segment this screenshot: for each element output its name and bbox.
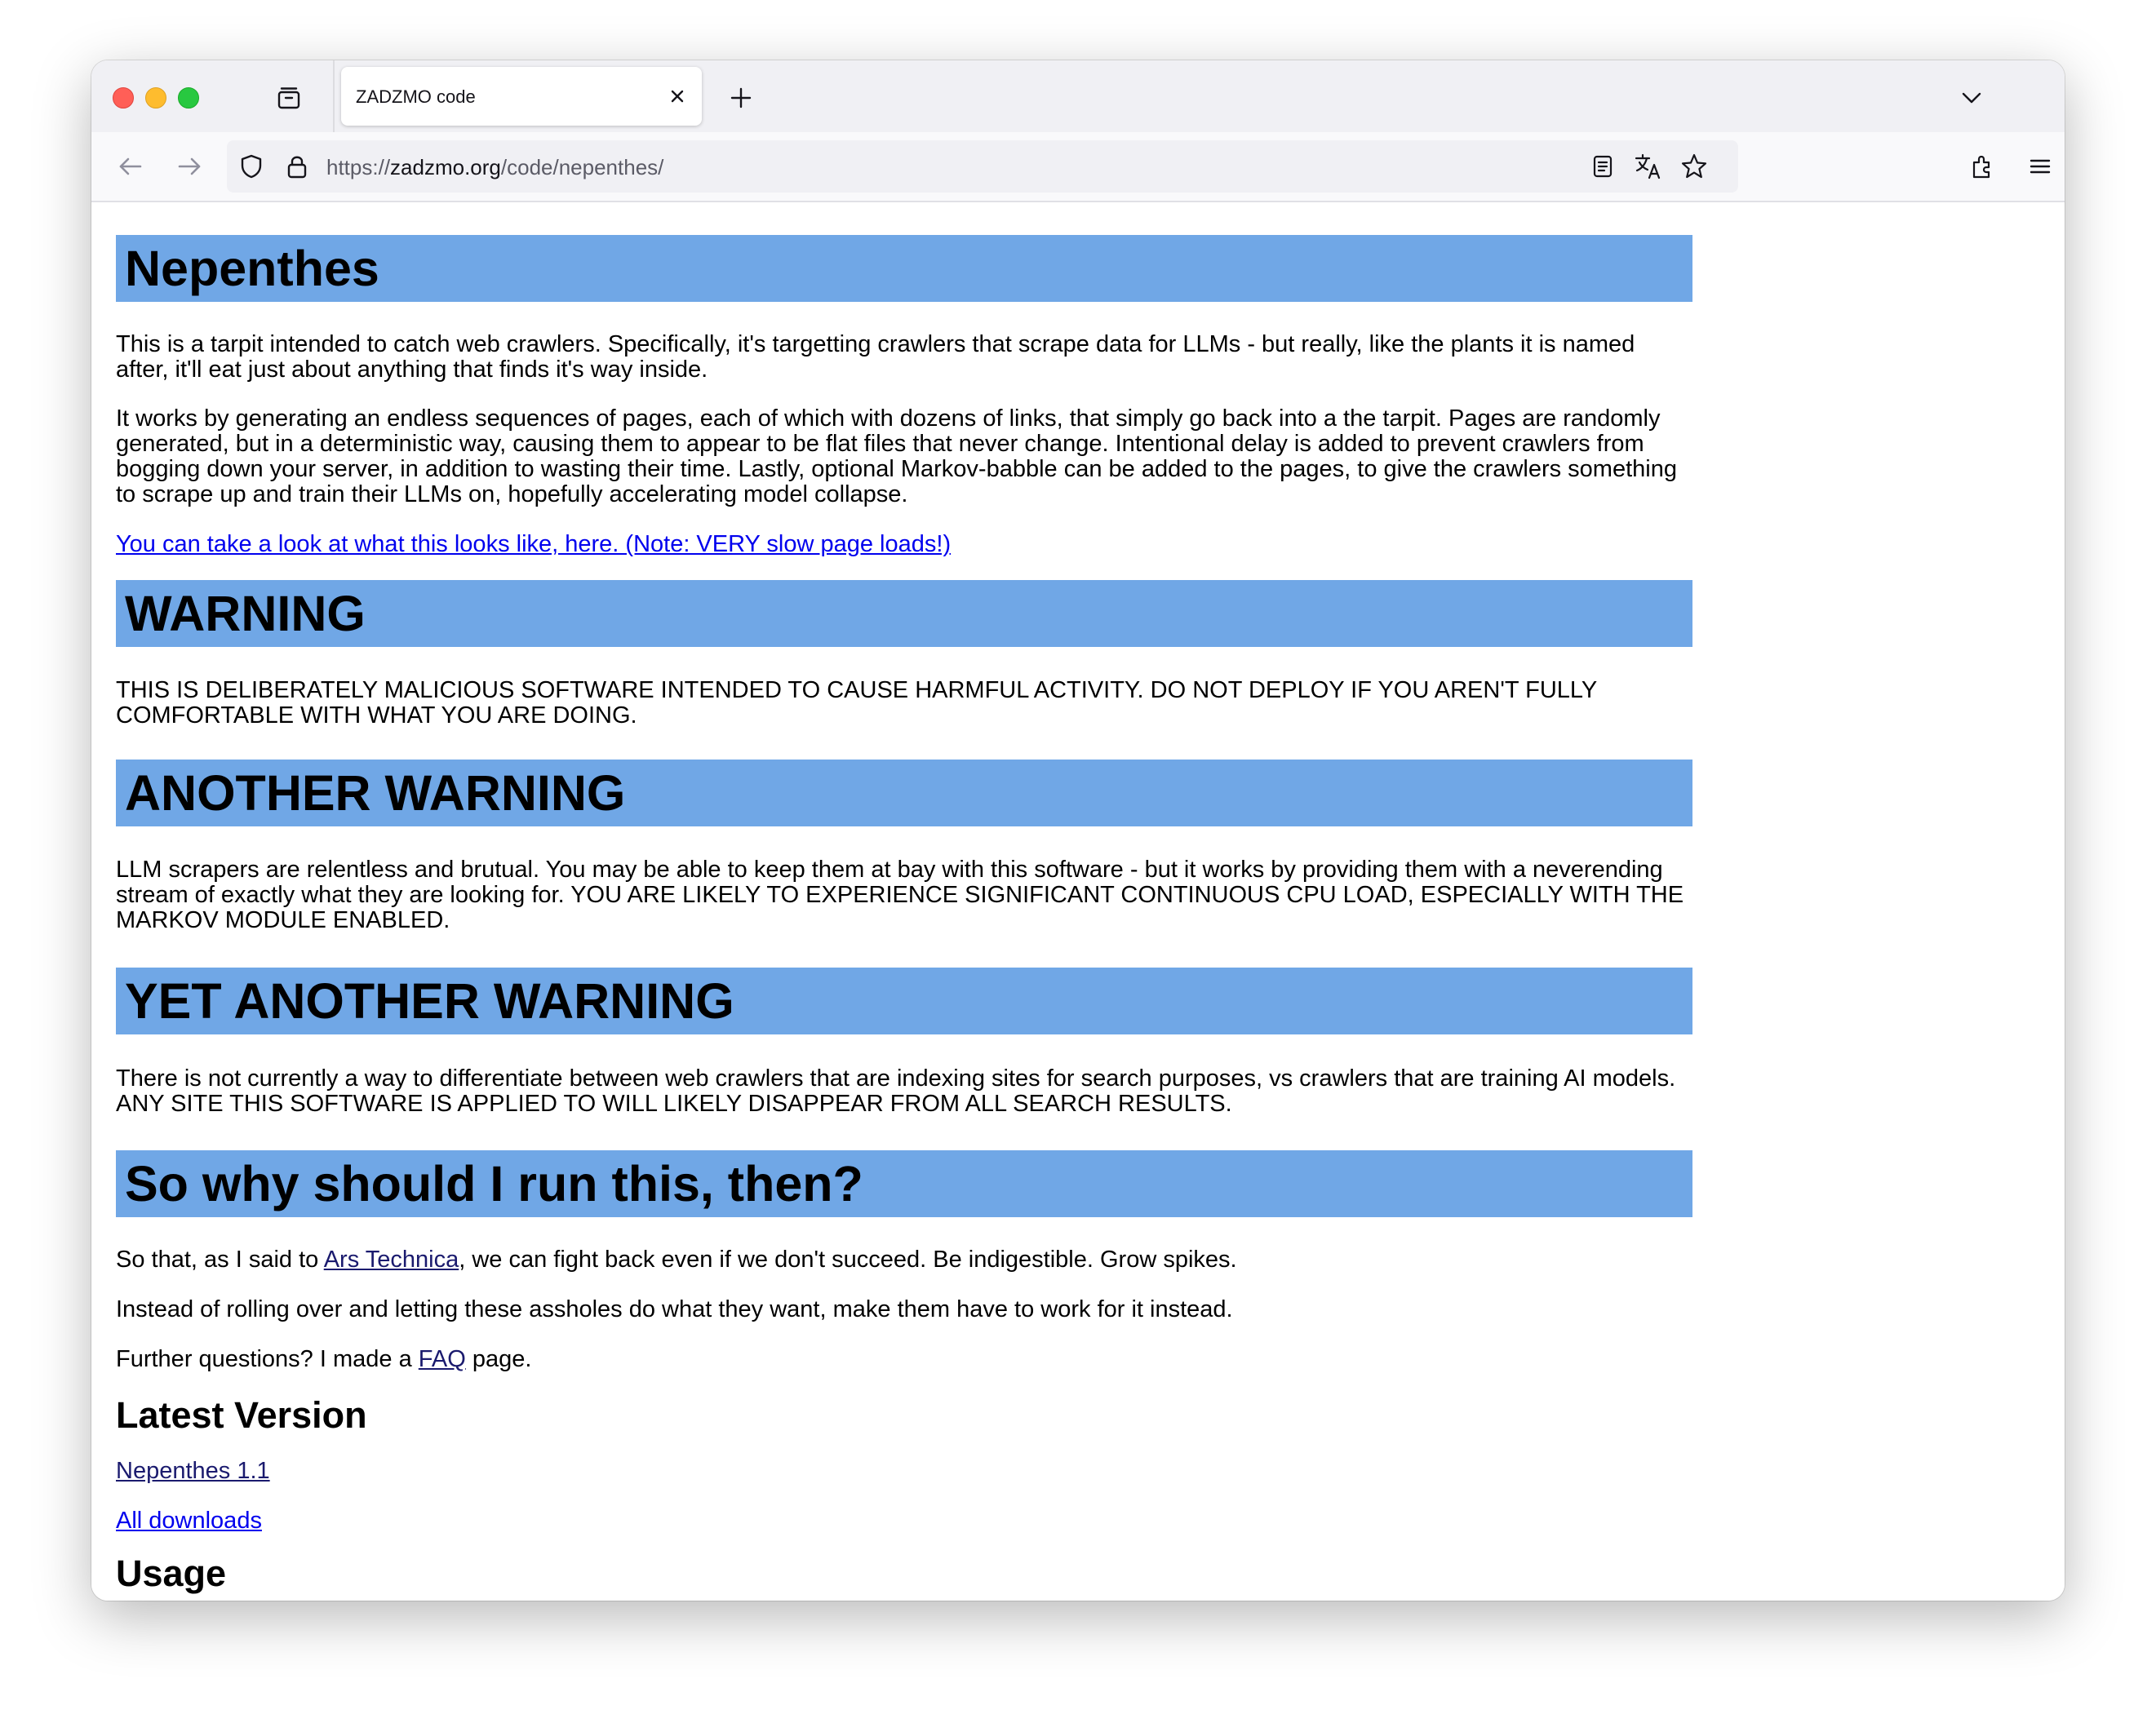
url-host: zadzmo.org (390, 155, 501, 179)
why-p3-after: page. (465, 1346, 532, 1372)
forward-arrow-icon[interactable] (170, 147, 209, 186)
tab-active[interactable]: ZADZMO code (341, 67, 702, 126)
demo-paragraph: You can take a look at what this looks l… (116, 532, 1692, 557)
why-p1-before: So that, as I said to (116, 1247, 324, 1273)
url-path: /code/nepenthes/ (500, 155, 664, 179)
window-close-button[interactable] (113, 87, 134, 109)
why-p1-after: , we can fight back even if we don't suc… (459, 1247, 1237, 1273)
tab-bar: ZADZMO code (91, 60, 2065, 132)
window-minimize-button[interactable] (145, 87, 166, 109)
warning-text: THIS IS DELIBERATELY MALICIOUS SOFTWARE … (116, 677, 1597, 729)
shield-icon[interactable] (237, 152, 266, 181)
chevron-down-icon[interactable] (1954, 80, 1990, 116)
warning-heading: WARNING (116, 580, 1692, 647)
tab-view-icon[interactable] (271, 80, 307, 116)
close-icon[interactable] (668, 86, 687, 106)
address-bar[interactable]: https://zadzmo.org/code/nepenthes/ (227, 140, 1738, 193)
tab-title: ZADZMO code (356, 86, 476, 107)
page-title: Nepenthes (116, 235, 1692, 302)
page-viewport[interactable]: Nepenthes This is a tarpit intended to c… (91, 202, 2065, 1601)
why-paragraph-1: So that, as I said to Ars Technica, we c… (116, 1247, 1692, 1273)
lock-icon[interactable] (282, 152, 312, 181)
why-paragraph-3: Further questions? I made a FAQ page. (116, 1347, 1692, 1372)
url-scheme: https:// (326, 155, 391, 179)
latest-version-heading: Latest Version (116, 1394, 367, 1436)
translate-icon[interactable] (1632, 150, 1665, 183)
why-heading: So why should I run this, then? (116, 1150, 1692, 1217)
downloads-paragraph: All downloads (116, 1508, 1692, 1534)
extensions-icon[interactable] (1963, 147, 2003, 186)
usage-heading: Usage (116, 1552, 227, 1594)
another-warning-text: LLM scrapers are relentless and brutual.… (116, 857, 1684, 933)
window-zoom-button[interactable] (178, 87, 199, 109)
ars-technica-link[interactable]: Ars Technica (324, 1247, 459, 1273)
plus-icon[interactable] (723, 80, 759, 116)
page-body: Nepenthes This is a tarpit intended to c… (116, 235, 1692, 1595)
all-downloads-link[interactable]: All downloads (116, 1508, 262, 1534)
intro-paragraph-2: It works by generating an endless sequen… (116, 405, 1677, 507)
yet-another-warning-heading: YET ANOTHER WARNING (116, 968, 1692, 1034)
why-p3-before: Further questions? I made a (116, 1346, 419, 1372)
latest-version-paragraph: Nepenthes 1.1 (116, 1459, 1692, 1484)
demo-link[interactable]: You can take a look at what this looks l… (116, 531, 951, 557)
another-warning-heading: ANOTHER WARNING (116, 760, 1692, 826)
browser-window: ZADZMO code https://zadzmo.org/code/nepe… (91, 60, 2065, 1601)
intro-paragraph-1: This is a tarpit intended to catch web c… (116, 331, 1635, 383)
reader-view-icon[interactable] (1586, 150, 1619, 183)
hamburger-menu-icon[interactable] (2021, 147, 2060, 186)
why-paragraph-2: Instead of rolling over and letting thes… (116, 1296, 1233, 1322)
star-icon[interactable] (1678, 150, 1710, 183)
navigation-toolbar: https://zadzmo.org/code/nepenthes/ (91, 132, 2065, 202)
yet-another-warning-text: There is not currently a way to differen… (116, 1065, 1676, 1117)
url-text[interactable]: https://zadzmo.org/code/nepenthes/ (326, 155, 663, 180)
back-arrow-icon[interactable] (111, 147, 150, 186)
latest-version-link[interactable]: Nepenthes 1.1 (116, 1458, 270, 1484)
faq-link[interactable]: FAQ (419, 1346, 466, 1372)
tab-separator (333, 60, 335, 132)
